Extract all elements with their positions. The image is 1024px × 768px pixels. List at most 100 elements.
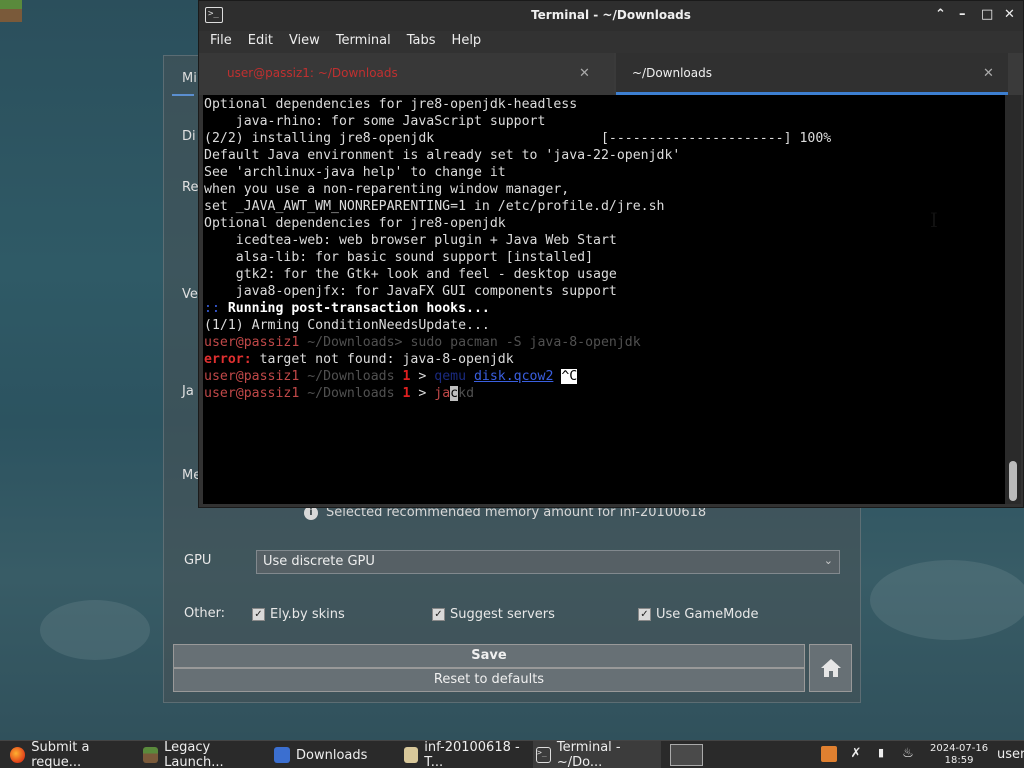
taskbar-item-downloads[interactable]: Downloads bbox=[274, 741, 394, 768]
output-line: Default Java environment is already set … bbox=[204, 148, 681, 163]
menu-help[interactable]: Help bbox=[452, 31, 482, 53]
battery-icon[interactable]: ▮ bbox=[873, 746, 889, 762]
folder-icon bbox=[404, 747, 419, 763]
minecraft-desktop-icon[interactable] bbox=[0, 0, 22, 22]
output-line: Optional dependencies for jre8-openjdk bbox=[204, 216, 506, 231]
autosuggest-text: kd bbox=[458, 386, 475, 401]
taskbar-item-launcher[interactable]: Legacy Launch... bbox=[143, 740, 268, 768]
launcher-label: Di bbox=[182, 129, 196, 144]
output-line: (2/2) installing jre8-openjdk [---------… bbox=[204, 131, 832, 146]
output-line: icedtea-web: web browser plugin + Java W… bbox=[204, 233, 617, 248]
gpu-select[interactable]: Use discrete GPU ⌄ bbox=[256, 550, 840, 574]
error-prefix: error: bbox=[204, 352, 252, 367]
checkbox-check-icon[interactable]: ✓ bbox=[252, 608, 265, 621]
launcher-label: Re bbox=[182, 180, 199, 195]
clock-date: 2024-07-16 bbox=[930, 743, 989, 754]
taskbar-item-label: Submit a reque... bbox=[31, 740, 90, 768]
hook-prefix: :: bbox=[204, 301, 220, 316]
prompt-file: disk.qcow2 bbox=[473, 369, 554, 384]
menu-view[interactable]: View bbox=[289, 31, 320, 53]
taskbar: Submit a reque... Legacy Launch... Downl… bbox=[0, 740, 1024, 768]
output-line: set _JAVA_AWT_WM_NONREPARENTING=1 in /et… bbox=[204, 199, 665, 214]
terminal-output[interactable]: Optional dependencies for jre8-openjdk-h… bbox=[203, 95, 1005, 504]
launcher-tab[interactable]: Mi bbox=[172, 66, 197, 96]
checkbox-check-icon[interactable]: ✓ bbox=[638, 608, 651, 621]
other-label: Other: bbox=[184, 606, 226, 621]
output-line: when you use a non-reparenting window ma… bbox=[204, 182, 570, 197]
terminal-titlebar[interactable]: >_ Terminal - ~/Downloads ⌃ – □ ✕ bbox=[199, 1, 1023, 31]
taskbar-item-folder[interactable]: inf-20100618 - T... bbox=[404, 740, 530, 768]
prompt-line: user@passiz1 ~/Downloads 1 > qemu disk.q… bbox=[204, 368, 1005, 385]
output-line: :: Running post-transaction hooks... bbox=[204, 300, 1005, 317]
launcher-label: Ve bbox=[182, 287, 198, 302]
output-line: error: target not found: java-8-openjdk bbox=[204, 351, 1005, 368]
chevron-up-icon[interactable]: ⌃ bbox=[935, 7, 946, 22]
chevron-down-icon: ⌄ bbox=[823, 554, 833, 567]
background-cloud bbox=[40, 600, 150, 660]
tab-user-downloads[interactable]: user@passiz1: ~/Downloads ✕ bbox=[199, 53, 614, 95]
user-menu[interactable]: user bbox=[997, 747, 1024, 762]
ibeam-cursor-icon: I bbox=[930, 208, 938, 232]
tab-label: user@passiz1: ~/Downloads bbox=[227, 66, 398, 80]
checkbox-label: Ely.by skins bbox=[270, 607, 345, 622]
home-icon bbox=[820, 659, 841, 677]
home-button[interactable] bbox=[809, 644, 852, 692]
taskbar-item-label: Terminal - ~/Do... bbox=[556, 740, 621, 768]
output-line: See 'archlinux-java help' to change it bbox=[204, 165, 506, 180]
prompt-dir: ~/Downloads bbox=[299, 386, 403, 401]
ely-skins-checkbox[interactable]: ✓ Ely.by skins bbox=[252, 607, 345, 622]
clock[interactable]: 2024-07-16 18:59 bbox=[930, 743, 988, 767]
reset-defaults-button[interactable]: Reset to defaults bbox=[173, 668, 805, 692]
workspace-switcher[interactable] bbox=[670, 744, 703, 766]
output-line: java-rhino: for some JavaScript support bbox=[204, 114, 546, 129]
tab-downloads[interactable]: ~/Downloads ✕ bbox=[616, 53, 1008, 95]
checkbox-label: Use GameMode bbox=[656, 607, 759, 622]
prompt-command: qemu bbox=[434, 369, 474, 384]
clock-time: 18:59 bbox=[944, 755, 974, 766]
output-line: Optional dependencies for jre8-openjdk-h… bbox=[204, 97, 578, 112]
terminal-menubar: File Edit View Terminal Tabs Help bbox=[199, 31, 1023, 53]
suggest-servers-checkbox[interactable]: ✓ Suggest servers bbox=[432, 607, 555, 622]
prompt-user: user@passiz1 bbox=[204, 335, 300, 350]
minecraft-icon bbox=[143, 747, 159, 763]
gamemode-checkbox[interactable]: ✓ Use GameMode bbox=[638, 607, 759, 622]
menu-terminal[interactable]: Terminal bbox=[336, 31, 391, 53]
menu-file[interactable]: File bbox=[210, 31, 232, 53]
close-icon[interactable]: ✕ bbox=[1004, 7, 1015, 22]
launcher-label: Ja bbox=[182, 384, 194, 399]
files-icon bbox=[274, 747, 290, 763]
menu-edit[interactable]: Edit bbox=[248, 31, 273, 53]
prompt-line: user@passiz1 ~/Downloads 1 > jackd bbox=[204, 385, 1005, 402]
prompt-user: user@passiz1 bbox=[204, 369, 300, 384]
checkbox-check-icon[interactable]: ✓ bbox=[432, 608, 445, 621]
taskbar-item-terminal[interactable]: >_ Terminal - ~/Do... bbox=[533, 740, 661, 768]
firefox-icon bbox=[10, 747, 26, 763]
prompt-arrow: > bbox=[410, 369, 435, 384]
scrollbar-thumb[interactable] bbox=[1009, 461, 1017, 501]
output-line: alsa-lib: for basic sound support [insta… bbox=[204, 250, 594, 265]
terminal-scrollbar[interactable] bbox=[1005, 95, 1021, 504]
maximize-icon[interactable]: □ bbox=[981, 7, 993, 22]
gpu-label: GPU bbox=[184, 553, 212, 568]
taskbar-item-firefox[interactable]: Submit a reque... bbox=[10, 740, 138, 768]
notification-bell-icon[interactable]: ♨ bbox=[900, 746, 916, 762]
minimize-icon[interactable]: – bbox=[959, 7, 966, 22]
network-disconnected-icon[interactable]: ✗ bbox=[848, 746, 864, 762]
tab-close-icon[interactable]: ✕ bbox=[983, 66, 994, 81]
output-line: gtk2: for the Gtk+ look and feel - deskt… bbox=[204, 267, 617, 282]
save-button[interactable]: Save bbox=[173, 644, 805, 668]
typed-text: ja bbox=[434, 386, 451, 401]
tab-close-icon[interactable]: ✕ bbox=[579, 66, 590, 81]
error-text: target not found: java-8-openjdk bbox=[251, 352, 514, 367]
checkbox-label: Suggest servers bbox=[450, 607, 555, 622]
prompt-line: user@passiz1 ~/Downloads> sudo pacman -S… bbox=[204, 334, 1005, 351]
prompt-command: sudo pacman -S java-8-openjdk bbox=[402, 335, 641, 350]
prompt-dir: ~/Downloads bbox=[299, 369, 403, 384]
taskbar-item-label: inf-20100618 - T... bbox=[424, 740, 520, 768]
menu-tabs[interactable]: Tabs bbox=[407, 31, 436, 53]
terminal-tabbar: user@passiz1: ~/Downloads ✕ ~/Downloads … bbox=[199, 53, 1023, 95]
prompt-user: user@passiz1 bbox=[204, 386, 300, 401]
update-notifier-icon[interactable] bbox=[821, 746, 837, 762]
taskbar-item-label: Legacy Launch... bbox=[164, 740, 224, 768]
gpu-select-value: Use discrete GPU bbox=[263, 554, 375, 569]
